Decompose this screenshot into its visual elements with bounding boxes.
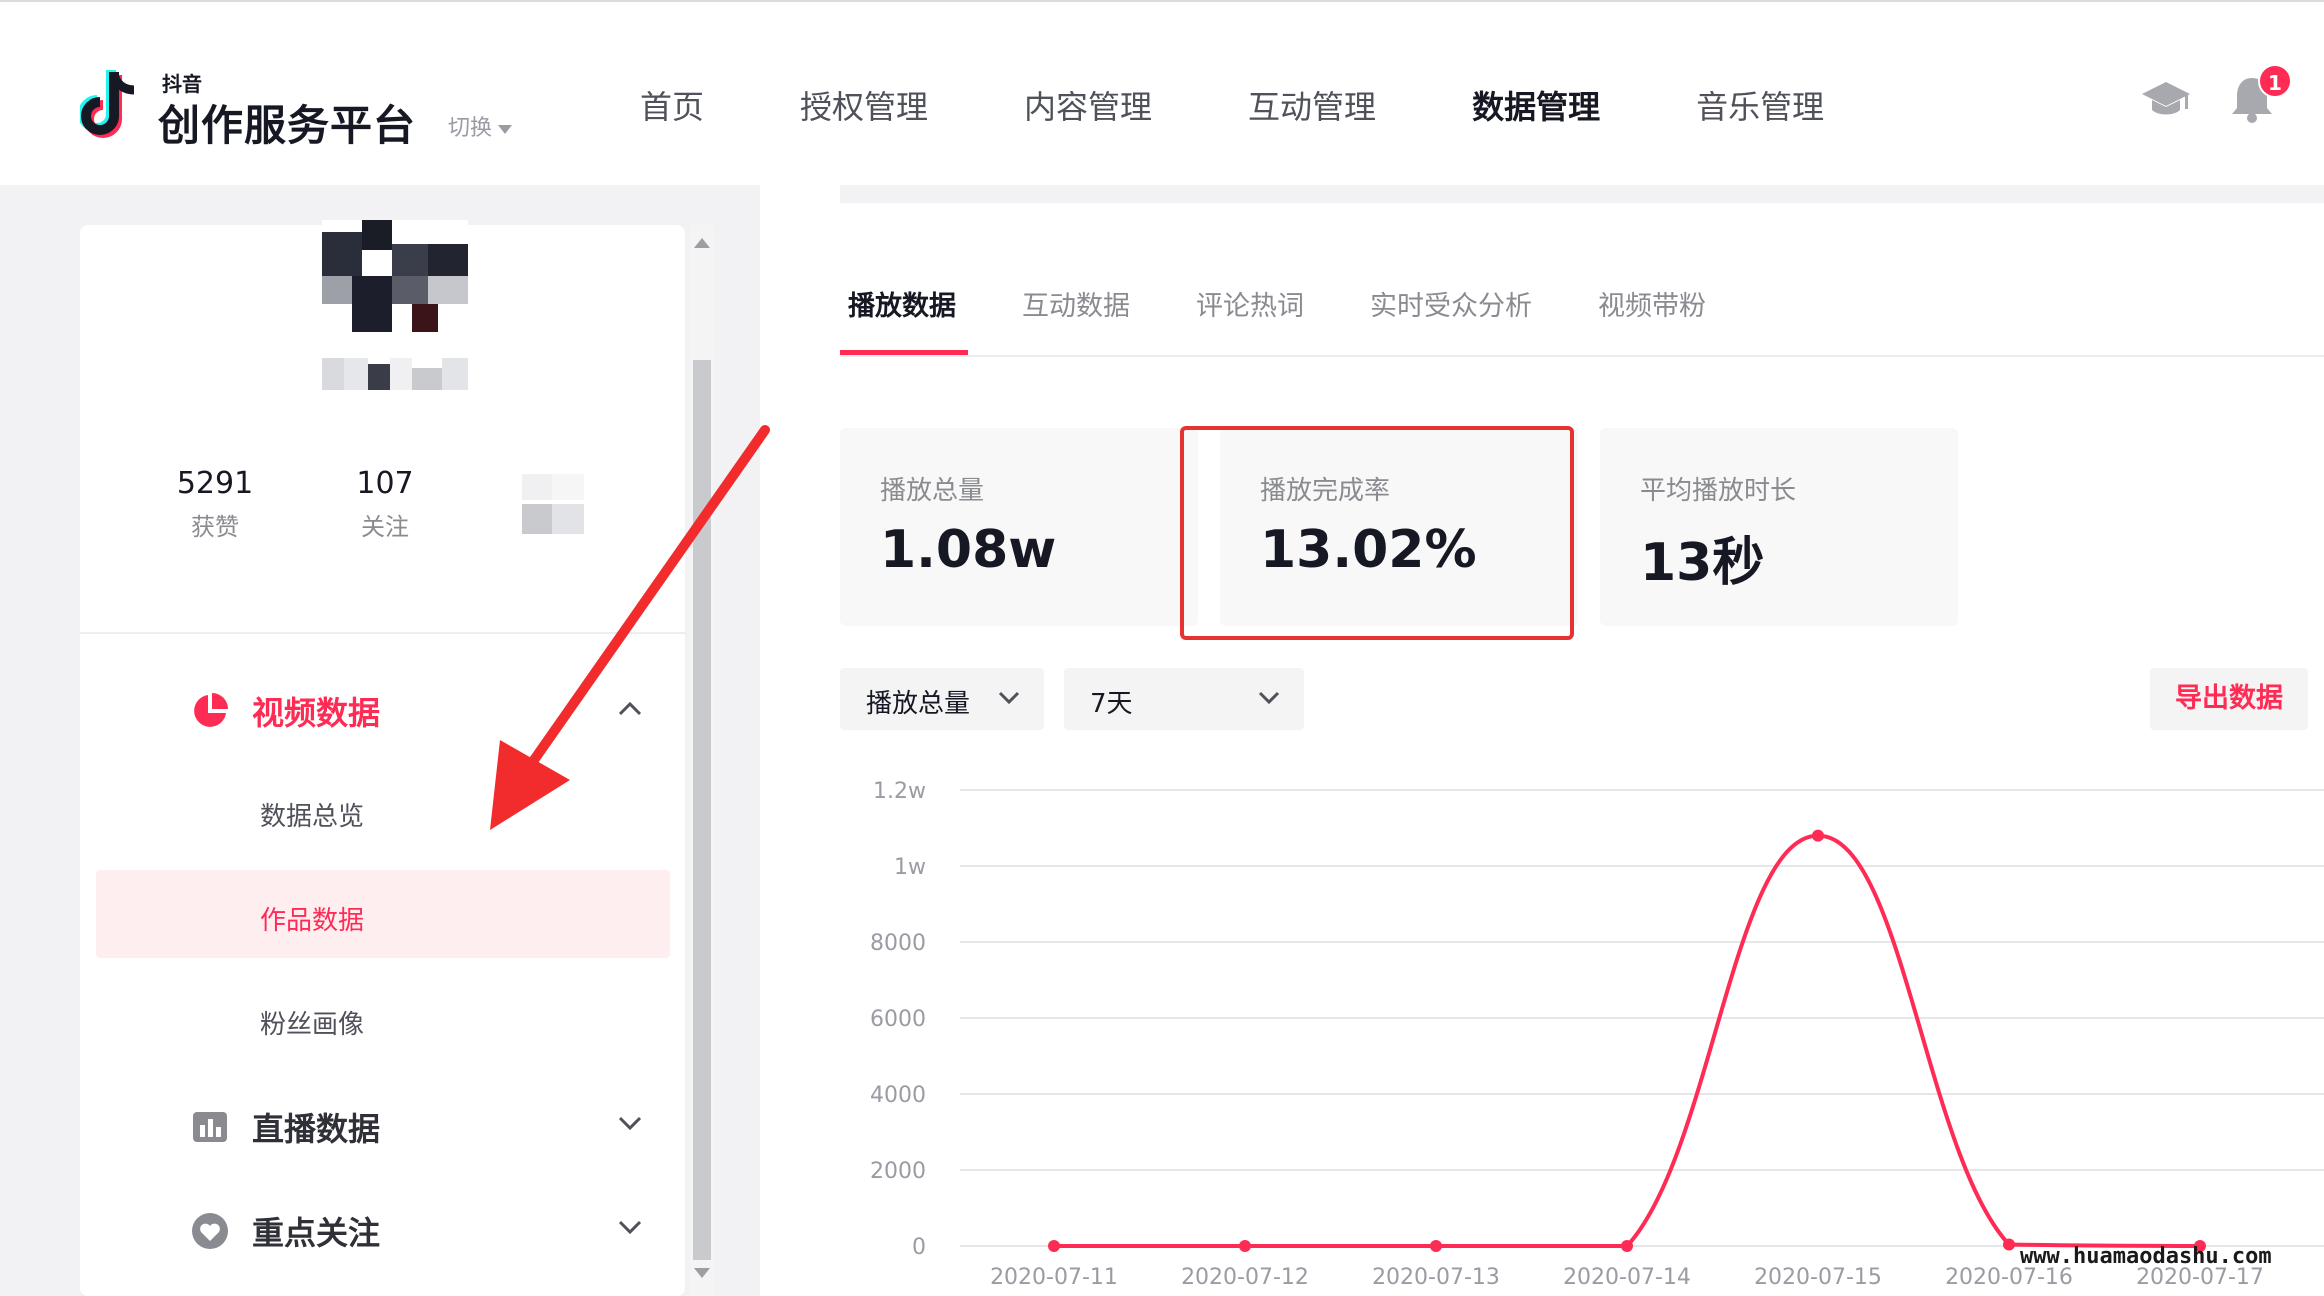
stat-likes[interactable]: 5291 获赞 xyxy=(145,466,285,542)
chevron-down-icon[interactable] xyxy=(618,1220,642,1236)
sidebar-group-live-data[interactable]: 直播数据 xyxy=(190,1104,380,1150)
data-point[interactable] xyxy=(1430,1240,1442,1252)
data-point[interactable] xyxy=(1812,829,1824,842)
sidebar-group-live-data-label: 直播数据 xyxy=(252,1110,381,1148)
metric-select-value: 播放总量 xyxy=(866,689,971,719)
nav-interaction[interactable]: 互动管理 xyxy=(1248,82,1376,128)
stat-likes-label: 获赞 xyxy=(191,513,239,541)
chevron-down-icon xyxy=(998,691,1020,705)
notification-badge: 1 xyxy=(2258,64,2292,98)
x-tick-label: 2020-07-15 xyxy=(1754,1265,1882,1290)
stat-following-value: 107 xyxy=(356,466,414,501)
sidebar-group-video-data[interactable]: 视频数据 xyxy=(190,688,380,734)
stat-following[interactable]: 107 关注 xyxy=(315,466,455,542)
y-tick-label: 6000 xyxy=(870,1007,926,1032)
x-tick-label: 2020-07-14 xyxy=(1563,1265,1691,1290)
metric-value: 13秒 xyxy=(1640,533,1765,593)
stat-blurred xyxy=(522,474,584,534)
metric-label: 平均播放时长 xyxy=(1640,476,1797,506)
metric-card-avg-duration[interactable]: 平均播放时长 13秒 xyxy=(1600,428,1958,626)
chevron-down-icon[interactable] xyxy=(618,1116,642,1132)
y-tick-label: 8000 xyxy=(870,931,926,956)
profile-divider xyxy=(80,632,685,634)
tab-play-data[interactable]: 播放数据 xyxy=(848,284,956,323)
sidebar-group-video-data-label: 视频数据 xyxy=(252,694,381,732)
x-tick-label: 2020-07-12 xyxy=(1181,1265,1309,1290)
sidebar-scrollbar-thumb[interactable] xyxy=(693,360,711,1260)
heart-icon xyxy=(192,1213,228,1249)
play-trend-chart: 0 2000 4000 6000 8000 1w 1.2w 2020-07-11 2020-07… xyxy=(870,779,2324,1290)
x-tick-label: 2020-07-11 xyxy=(990,1265,1118,1290)
bar-chart-icon xyxy=(193,1112,227,1142)
range-select-value: 7天 xyxy=(1090,689,1133,719)
x-tick-label: 2020-07-13 xyxy=(1372,1265,1500,1290)
brand-title[interactable]: 创作服务平台 xyxy=(158,92,416,153)
range-select[interactable]: 7天 xyxy=(1064,668,1304,730)
sidebar-group-key-follow[interactable]: 重点关注 xyxy=(190,1208,380,1254)
series-line xyxy=(1054,833,2201,1248)
tab-interaction-data[interactable]: 互动数据 xyxy=(1022,284,1130,323)
export-data-button[interactable]: 导出数据 xyxy=(2150,668,2308,730)
scroll-down-arrow-icon[interactable] xyxy=(694,1268,710,1278)
sidebar-item-overview[interactable]: 数据总览 xyxy=(260,796,364,833)
y-tick-label: 0 xyxy=(912,1235,926,1260)
switch-label: 切换 xyxy=(448,116,493,141)
chevron-up-icon[interactable] xyxy=(618,700,642,716)
graduation-cap-icon[interactable] xyxy=(2140,78,2192,122)
stat-following-label: 关注 xyxy=(361,513,409,541)
tiktok-logo-icon[interactable] xyxy=(80,66,144,146)
nav-auth[interactable]: 授权管理 xyxy=(800,82,928,128)
data-point[interactable] xyxy=(1239,1240,1251,1252)
username-blurred xyxy=(322,358,468,390)
y-tick-label: 1w xyxy=(894,855,926,880)
y-tick-label: 1.2w xyxy=(873,779,926,804)
tabs-divider xyxy=(840,355,2324,357)
stat-likes-value: 5291 xyxy=(176,466,254,501)
metric-card-total-plays[interactable]: 播放总量 1.08w xyxy=(840,428,1198,626)
main-nav: 首页 授权管理 内容管理 互动管理 数据管理 音乐管理 xyxy=(640,82,1920,128)
top-header: 抖音 创作服务平台 切换 首页 授权管理 内容管理 互动管理 数据管理 音乐管理… xyxy=(0,0,2324,185)
sidebar-group-key-follow-label: 重点关注 xyxy=(252,1214,381,1252)
tab-comment-hotwords[interactable]: 评论热词 xyxy=(1196,284,1304,323)
y-tick-label: 4000 xyxy=(870,1083,926,1108)
switch-account-button[interactable]: 切换 xyxy=(448,110,513,142)
y-tick-label: 2000 xyxy=(870,1159,926,1184)
watermark: www.huamaodashu.com xyxy=(2020,1244,2272,1269)
data-tabs: 播放数据 互动数据 评论热词 实时受众分析 视频带粉 xyxy=(848,284,1772,323)
metric-label: 播放总量 xyxy=(880,476,985,506)
tab-realtime-audience[interactable]: 实时受众分析 xyxy=(1370,284,1532,323)
scroll-up-arrow-icon[interactable] xyxy=(694,238,710,248)
metric-value: 1.08w xyxy=(880,520,1057,580)
data-point[interactable] xyxy=(2003,1238,2015,1251)
metric-select[interactable]: 播放总量 xyxy=(840,668,1044,730)
data-point[interactable] xyxy=(1621,1240,1633,1252)
chevron-down-icon xyxy=(1258,691,1280,705)
main-top-strip xyxy=(840,185,2324,203)
caret-down-icon xyxy=(498,124,513,134)
nav-data[interactable]: 数据管理 xyxy=(1472,82,1600,128)
nav-content[interactable]: 内容管理 xyxy=(1024,82,1152,128)
pie-chart-icon xyxy=(194,693,228,727)
highlight-box xyxy=(1180,426,1574,640)
data-point[interactable] xyxy=(1048,1240,1060,1252)
avatar[interactable] xyxy=(322,220,468,332)
tab-video-fans[interactable]: 视频带粉 xyxy=(1598,284,1706,323)
sidebar-item-fans-profile[interactable]: 粉丝画像 xyxy=(260,1004,364,1041)
nav-music[interactable]: 音乐管理 xyxy=(1696,82,1824,128)
sidebar-item-works-data[interactable]: 作品数据 xyxy=(260,900,364,937)
nav-home[interactable]: 首页 xyxy=(640,82,704,128)
sidebar-item-active-background xyxy=(96,870,670,958)
